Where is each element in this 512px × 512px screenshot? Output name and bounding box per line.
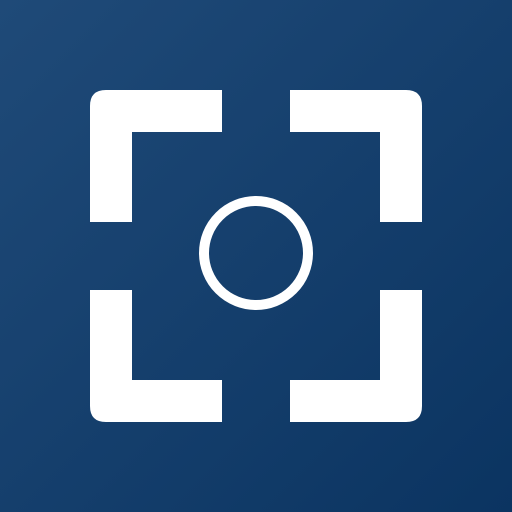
app-icon bbox=[0, 0, 512, 512]
scan-focus-icon bbox=[0, 0, 512, 512]
icon-background bbox=[0, 0, 512, 512]
